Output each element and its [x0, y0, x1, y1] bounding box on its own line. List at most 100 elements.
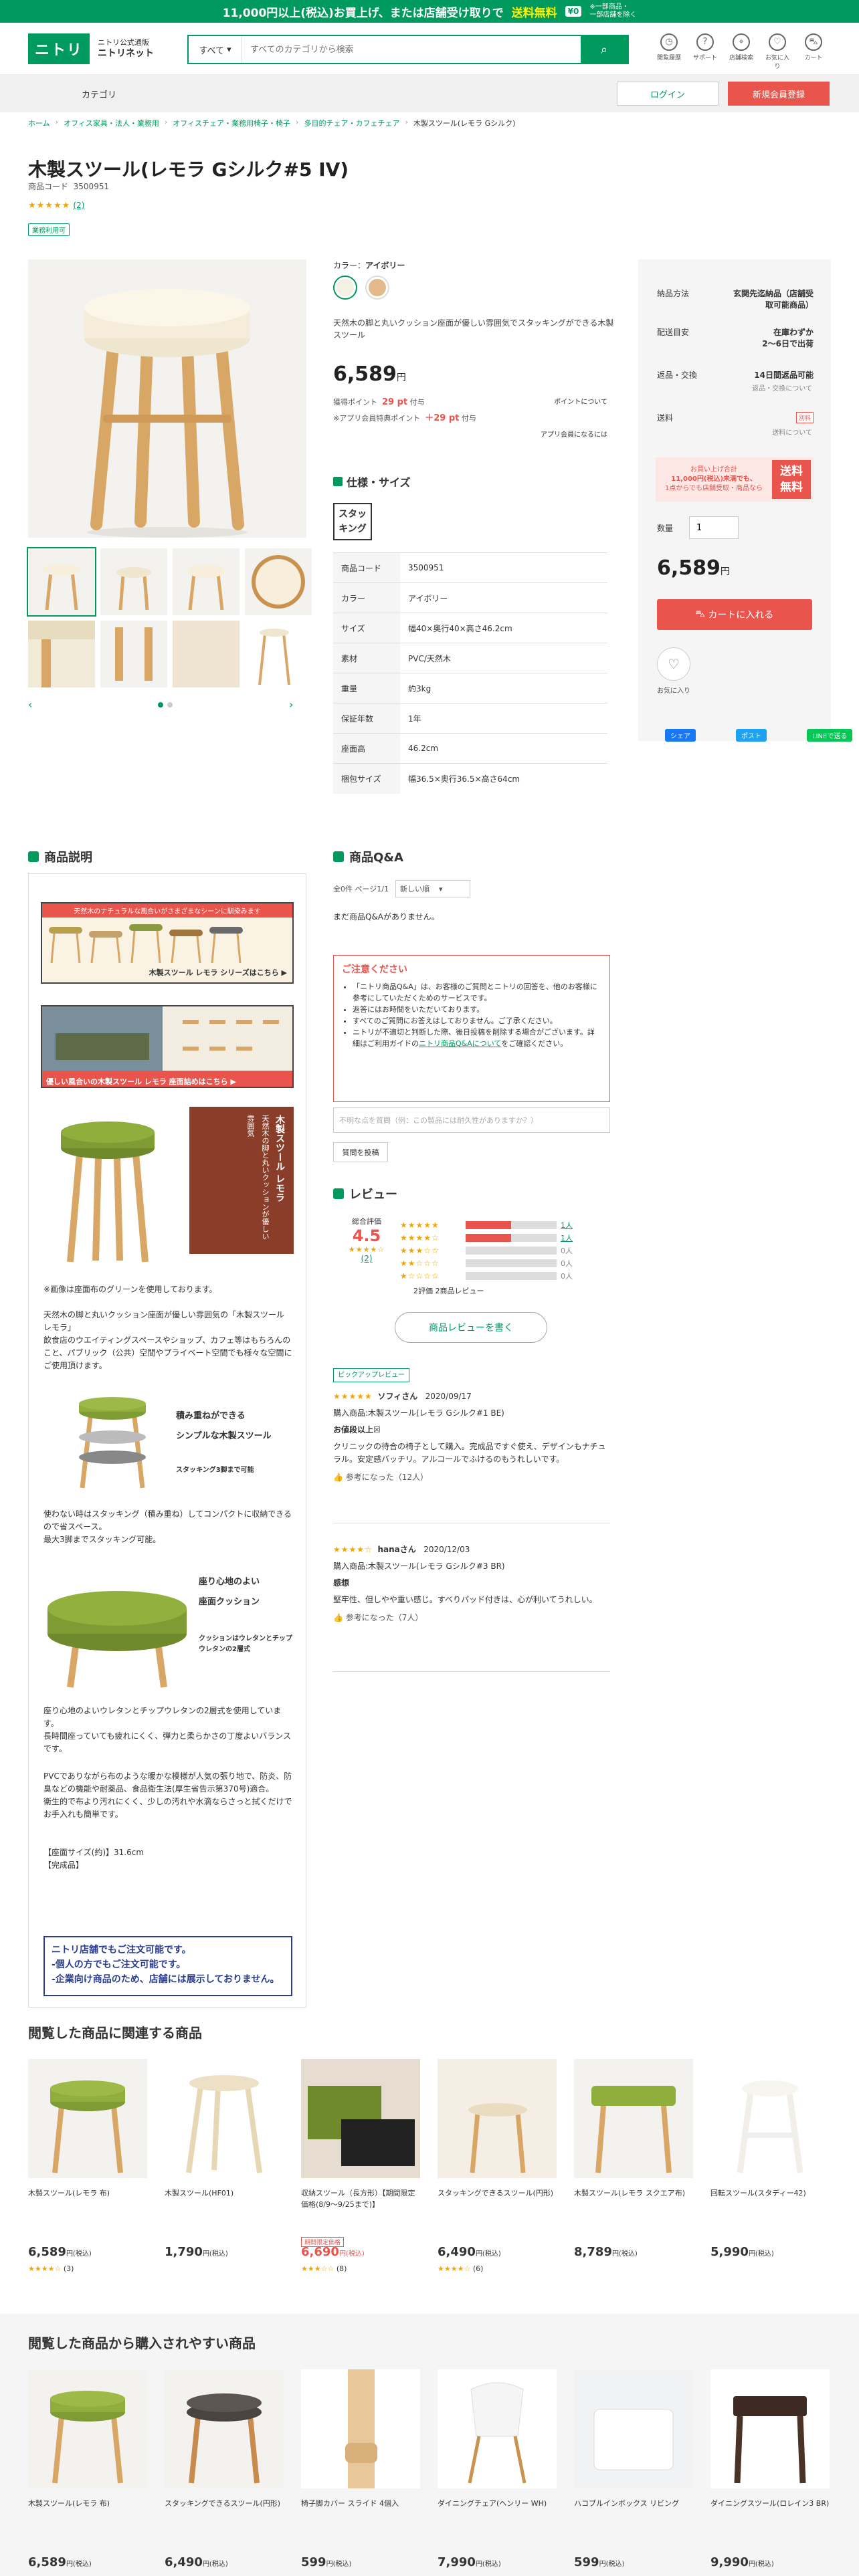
- product-card[interactable]: スタッキングできるスツール(円形) 6,490円(税込) ★★★★☆ (6): [438, 2059, 557, 2273]
- product-card-price: 7,990円(税込): [438, 2555, 501, 2569]
- product-card-name[interactable]: スタッキングできるスツール(円形): [438, 2187, 557, 2222]
- product-card-image[interactable]: [165, 2059, 284, 2178]
- write-review-button[interactable]: 商品レビューを書く: [395, 1312, 547, 1343]
- product-card-name[interactable]: 回転スツール(スタディー42): [710, 2187, 830, 2222]
- search-input[interactable]: [242, 36, 581, 63]
- review-count-link[interactable]: (2): [73, 201, 84, 210]
- carousel-dots: [158, 702, 173, 708]
- qa-sort-select[interactable]: 新しい順 ▾: [395, 880, 470, 897]
- swatch-ivory[interactable]: [333, 276, 357, 300]
- product-card-name[interactable]: 木製スツール(レモラ 布): [28, 2187, 147, 2222]
- thumbnail[interactable]: [100, 621, 167, 687]
- question-input[interactable]: 不明な点を質問（例：この製品には耐久性がありますか？）: [333, 1107, 610, 1133]
- product-card-image[interactable]: [28, 2059, 147, 2178]
- thumbnail[interactable]: [27, 547, 96, 617]
- thumbnail[interactable]: [28, 621, 95, 687]
- app-member-link[interactable]: アプリ会員になるには: [541, 431, 607, 439]
- favorite-button[interactable]: ♡: [657, 647, 690, 681]
- carousel-prev-icon[interactable]: ‹: [28, 698, 32, 711]
- points-info-link[interactable]: ポイントについて: [554, 395, 607, 411]
- product-card[interactable]: 木製スツール(レモラ 布) 6,589円(税込) ★★★★☆ (3): [28, 2059, 147, 2273]
- qa-guide-link[interactable]: ニトリ商品Q&Aについて: [419, 1039, 501, 1048]
- login-button[interactable]: ログイン: [617, 82, 719, 106]
- product-card[interactable]: ハコブルインボックス リビング 599円(税込): [574, 2369, 693, 2570]
- rating-summary[interactable]: ★★★★★ (2): [28, 201, 84, 211]
- category-menu-button[interactable]: カテゴリ: [28, 82, 167, 106]
- product-card-name[interactable]: ハコブルインボックス リビング: [574, 2498, 693, 2533]
- product-card-image[interactable]: [28, 2369, 147, 2488]
- breadcrumb-cafe-chair[interactable]: 多目的チェア・カフェチェア: [304, 118, 399, 128]
- support-link[interactable]: ? サポート: [692, 33, 719, 70]
- x-share-button[interactable]: ポスト: [736, 729, 767, 742]
- product-card[interactable]: 椅子脚カバー スライド 4個入 599円(税込): [301, 2369, 420, 2570]
- product-card-name[interactable]: 木製スツール(HF01): [165, 2187, 284, 2222]
- rating-bar[interactable]: ★☆☆☆☆ 0人: [400, 1269, 601, 1282]
- line-share-button[interactable]: LINEで送る: [807, 729, 853, 742]
- register-button[interactable]: 新規会員登録: [728, 82, 830, 106]
- carousel-next-icon[interactable]: ›: [289, 698, 293, 711]
- help-icon: ?: [696, 33, 714, 51]
- history-link[interactable]: ◷ 閲覧履歴: [656, 33, 682, 70]
- product-card-image[interactable]: [574, 2369, 693, 2488]
- product-card-image[interactable]: [710, 2059, 830, 2178]
- product-card-name[interactable]: 木製スツール(レモラ 布): [28, 2498, 147, 2533]
- product-card-image[interactable]: [438, 2369, 557, 2488]
- product-card-name[interactable]: ダイニングチェア(ヘンリー WH): [438, 2498, 557, 2533]
- product-card-image[interactable]: [301, 2369, 420, 2488]
- nitori-logo[interactable]: ニトリ: [28, 33, 90, 64]
- main-product-image[interactable]: [28, 259, 306, 538]
- post-question-button[interactable]: 質問を投稿: [333, 1142, 388, 1162]
- thumbnail[interactable]: [245, 548, 312, 615]
- product-card[interactable]: 木製スツール(レモラ スクエア布) 8,789円(税込): [574, 2059, 693, 2260]
- product-card[interactable]: スタッキングできるスツール(円形) 6,490円(税込): [165, 2369, 284, 2570]
- breadcrumb: ホーム › オフィス家具・法人・業務用 › オフィスチェア・業務用椅子・椅子 › 多目…: [28, 118, 516, 128]
- breadcrumb-office[interactable]: オフィス家具・法人・業務用: [64, 118, 159, 128]
- product-card-name[interactable]: 椅子脚カバー スライド 4個入: [301, 2498, 420, 2533]
- product-card-image[interactable]: [165, 2369, 284, 2488]
- product-card-name[interactable]: ダイニングスツール(ロレイン3 BR): [710, 2498, 830, 2533]
- shipping-banner[interactable]: 11,000円以上(税込)お買上げ、または店舗受け取りで 送料無料 ¥0 ※一部…: [0, 0, 859, 23]
- size-text: 【座面サイズ(約)】31.6cm 【完成品】: [43, 1848, 145, 1870]
- product-card-name[interactable]: 収納スツール（長方形）【期間限定価格(8/9〜9/25まで)】: [301, 2187, 420, 2222]
- breadcrumb-home[interactable]: ホーム: [28, 118, 50, 128]
- helpful-button[interactable]: 👍 参考になった（12人）: [333, 1471, 610, 1484]
- product-card-image[interactable]: [574, 2059, 693, 2178]
- rating-bar[interactable]: ★★★★★ 1人: [400, 1218, 601, 1231]
- favorites-link[interactable]: ♡ お気に入り: [764, 33, 791, 70]
- thumbnail[interactable]: [173, 548, 240, 615]
- search-category-select[interactable]: すべて ▾: [189, 36, 242, 63]
- product-card-name[interactable]: 木製スツール(レモラ スクエア布): [574, 2187, 693, 2222]
- quantity-input[interactable]: [689, 516, 739, 539]
- facebook-share-button[interactable]: シェア: [665, 729, 696, 742]
- product-card[interactable]: 木製スツール(HF01) 1,790円(税込): [165, 2059, 284, 2260]
- thumbnail[interactable]: [245, 621, 312, 687]
- carousel-dot[interactable]: [167, 702, 173, 708]
- carousel-dot[interactable]: [158, 702, 163, 708]
- shipping-fee-link[interactable]: 送料について: [772, 427, 812, 437]
- product-card[interactable]: ダイニングスツール(ロレイン3 BR) 9,990円(税込): [710, 2369, 830, 2570]
- product-card[interactable]: 回転スツール(スタディー42) 5,990円(税込): [710, 2059, 830, 2260]
- product-card[interactable]: 木製スツール(レモラ 布) 6,589円(税込): [28, 2369, 147, 2570]
- cart-link[interactable]: ⛍ カート: [800, 33, 827, 70]
- rating-bar[interactable]: ★★☆☆☆ 0人: [400, 1257, 601, 1269]
- rating-bar[interactable]: ★★★☆☆ 0人: [400, 1244, 601, 1257]
- product-card-image[interactable]: [301, 2059, 420, 2178]
- product-card[interactable]: 収納スツール（長方形）【期間限定価格(8/9〜9/25まで)】 6,690円(税込…: [301, 2059, 420, 2273]
- return-policy-link[interactable]: 返品・交換について: [752, 383, 812, 393]
- series-banner-1[interactable]: 天然木のナチュラルな風合いがさまざまなシーンに馴染みます 木製スツール レモラ …: [41, 902, 294, 984]
- store-search-link[interactable]: ⌖ 店舗検索: [728, 33, 755, 70]
- breadcrumb-chairs[interactable]: オフィスチェア・業務用椅子・椅子: [173, 118, 290, 128]
- add-to-cart-button[interactable]: ⛍ カートに入れる: [657, 599, 812, 630]
- product-card[interactable]: ダイニングチェア(ヘンリー WH) 7,990円(税込): [438, 2369, 557, 2570]
- product-card-image[interactable]: [710, 2369, 830, 2488]
- rating-bar[interactable]: ★★★★☆ 1人: [400, 1231, 601, 1244]
- review-summary: レビュー 総合評価 4.5 ★★★★☆ (2) ★★★★★ 1人 ★★★★☆ 1人 ★★★☆☆…: [333, 1185, 614, 1305]
- helpful-button[interactable]: 👍 参考になった（7人）: [333, 1612, 610, 1624]
- product-card-image[interactable]: [438, 2059, 557, 2178]
- thumbnail[interactable]: [100, 548, 167, 615]
- swatch-beige[interactable]: [365, 276, 389, 300]
- search-button[interactable]: ⌕: [581, 36, 628, 63]
- thumbnail[interactable]: [173, 621, 240, 687]
- series-banner-2[interactable]: 優しい風合いの木製スツール レモラ 座面詰めはこちら ▶: [41, 1005, 294, 1088]
- product-card-name[interactable]: スタッキングできるスツール(円形): [165, 2498, 284, 2533]
